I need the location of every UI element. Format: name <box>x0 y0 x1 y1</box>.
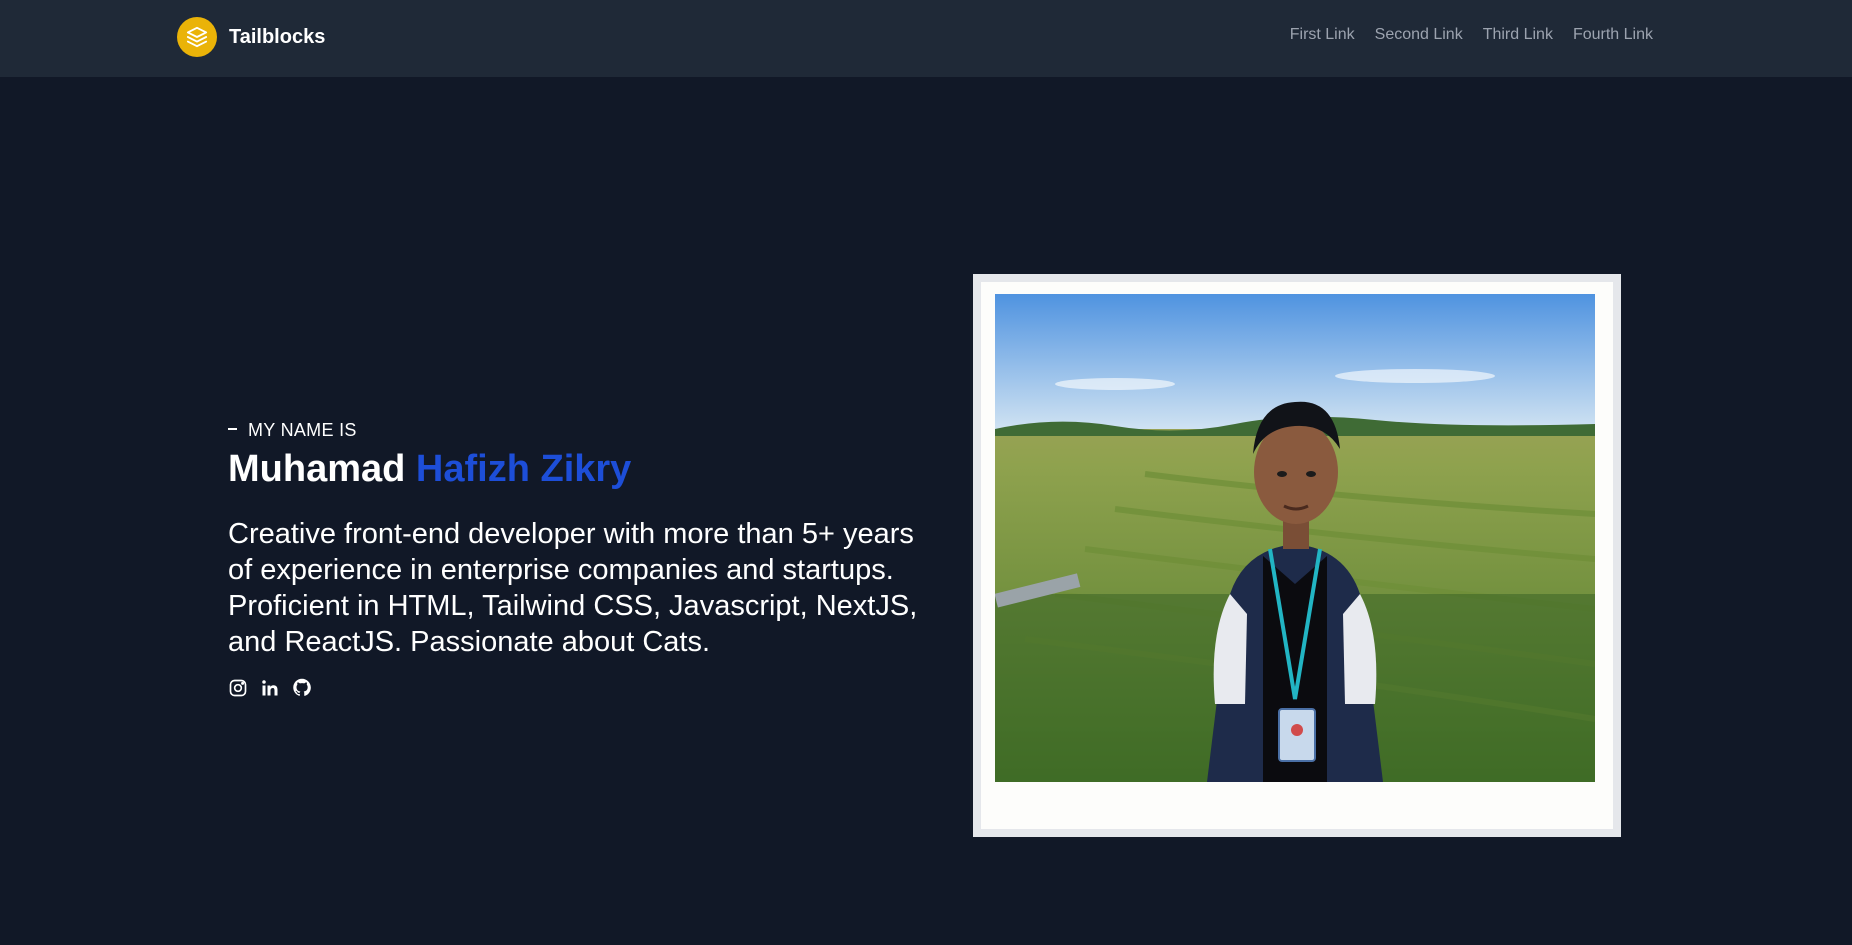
last-name: Hafizh Zikry <box>415 448 632 490</box>
nav-link-third[interactable]: Third Link <box>1483 26 1553 44</box>
first-name: Muhamad <box>228 448 406 490</box>
portrait-photo <box>995 294 1595 782</box>
social-links <box>228 678 938 698</box>
nav-link-fourth[interactable]: Fourth Link <box>1573 26 1653 44</box>
hero-name: Muhamad Hafizh Zikry <box>228 447 938 493</box>
instagram-icon[interactable] <box>228 678 248 698</box>
nav-link-first[interactable]: First Link <box>1290 26 1355 44</box>
eyebrow-dash <box>228 427 237 430</box>
eyebrow-label: MY NAME IS <box>248 420 357 440</box>
linkedin-icon[interactable] <box>260 678 280 698</box>
nav-link-second[interactable]: Second Link <box>1375 26 1463 44</box>
eyebrow: MY NAME IS <box>228 420 938 441</box>
stack-layers-icon <box>177 17 217 57</box>
polaroid-card <box>981 282 1613 829</box>
hero-bio: Creative front-end developer with more t… <box>228 517 918 658</box>
profile-photo-frame <box>973 274 1621 837</box>
github-icon[interactable] <box>292 678 312 698</box>
hero-intro: MY NAME IS Muhamad Hafizh Zikry Creative… <box>228 420 938 698</box>
navbar: Tailblocks First Link Second Link Third … <box>0 0 1852 77</box>
brand-link[interactable]: Tailblocks <box>177 16 325 58</box>
brand-name: Tailblocks <box>229 25 326 48</box>
nav-links: First Link Second Link Third Link Fourth… <box>1290 26 1653 44</box>
